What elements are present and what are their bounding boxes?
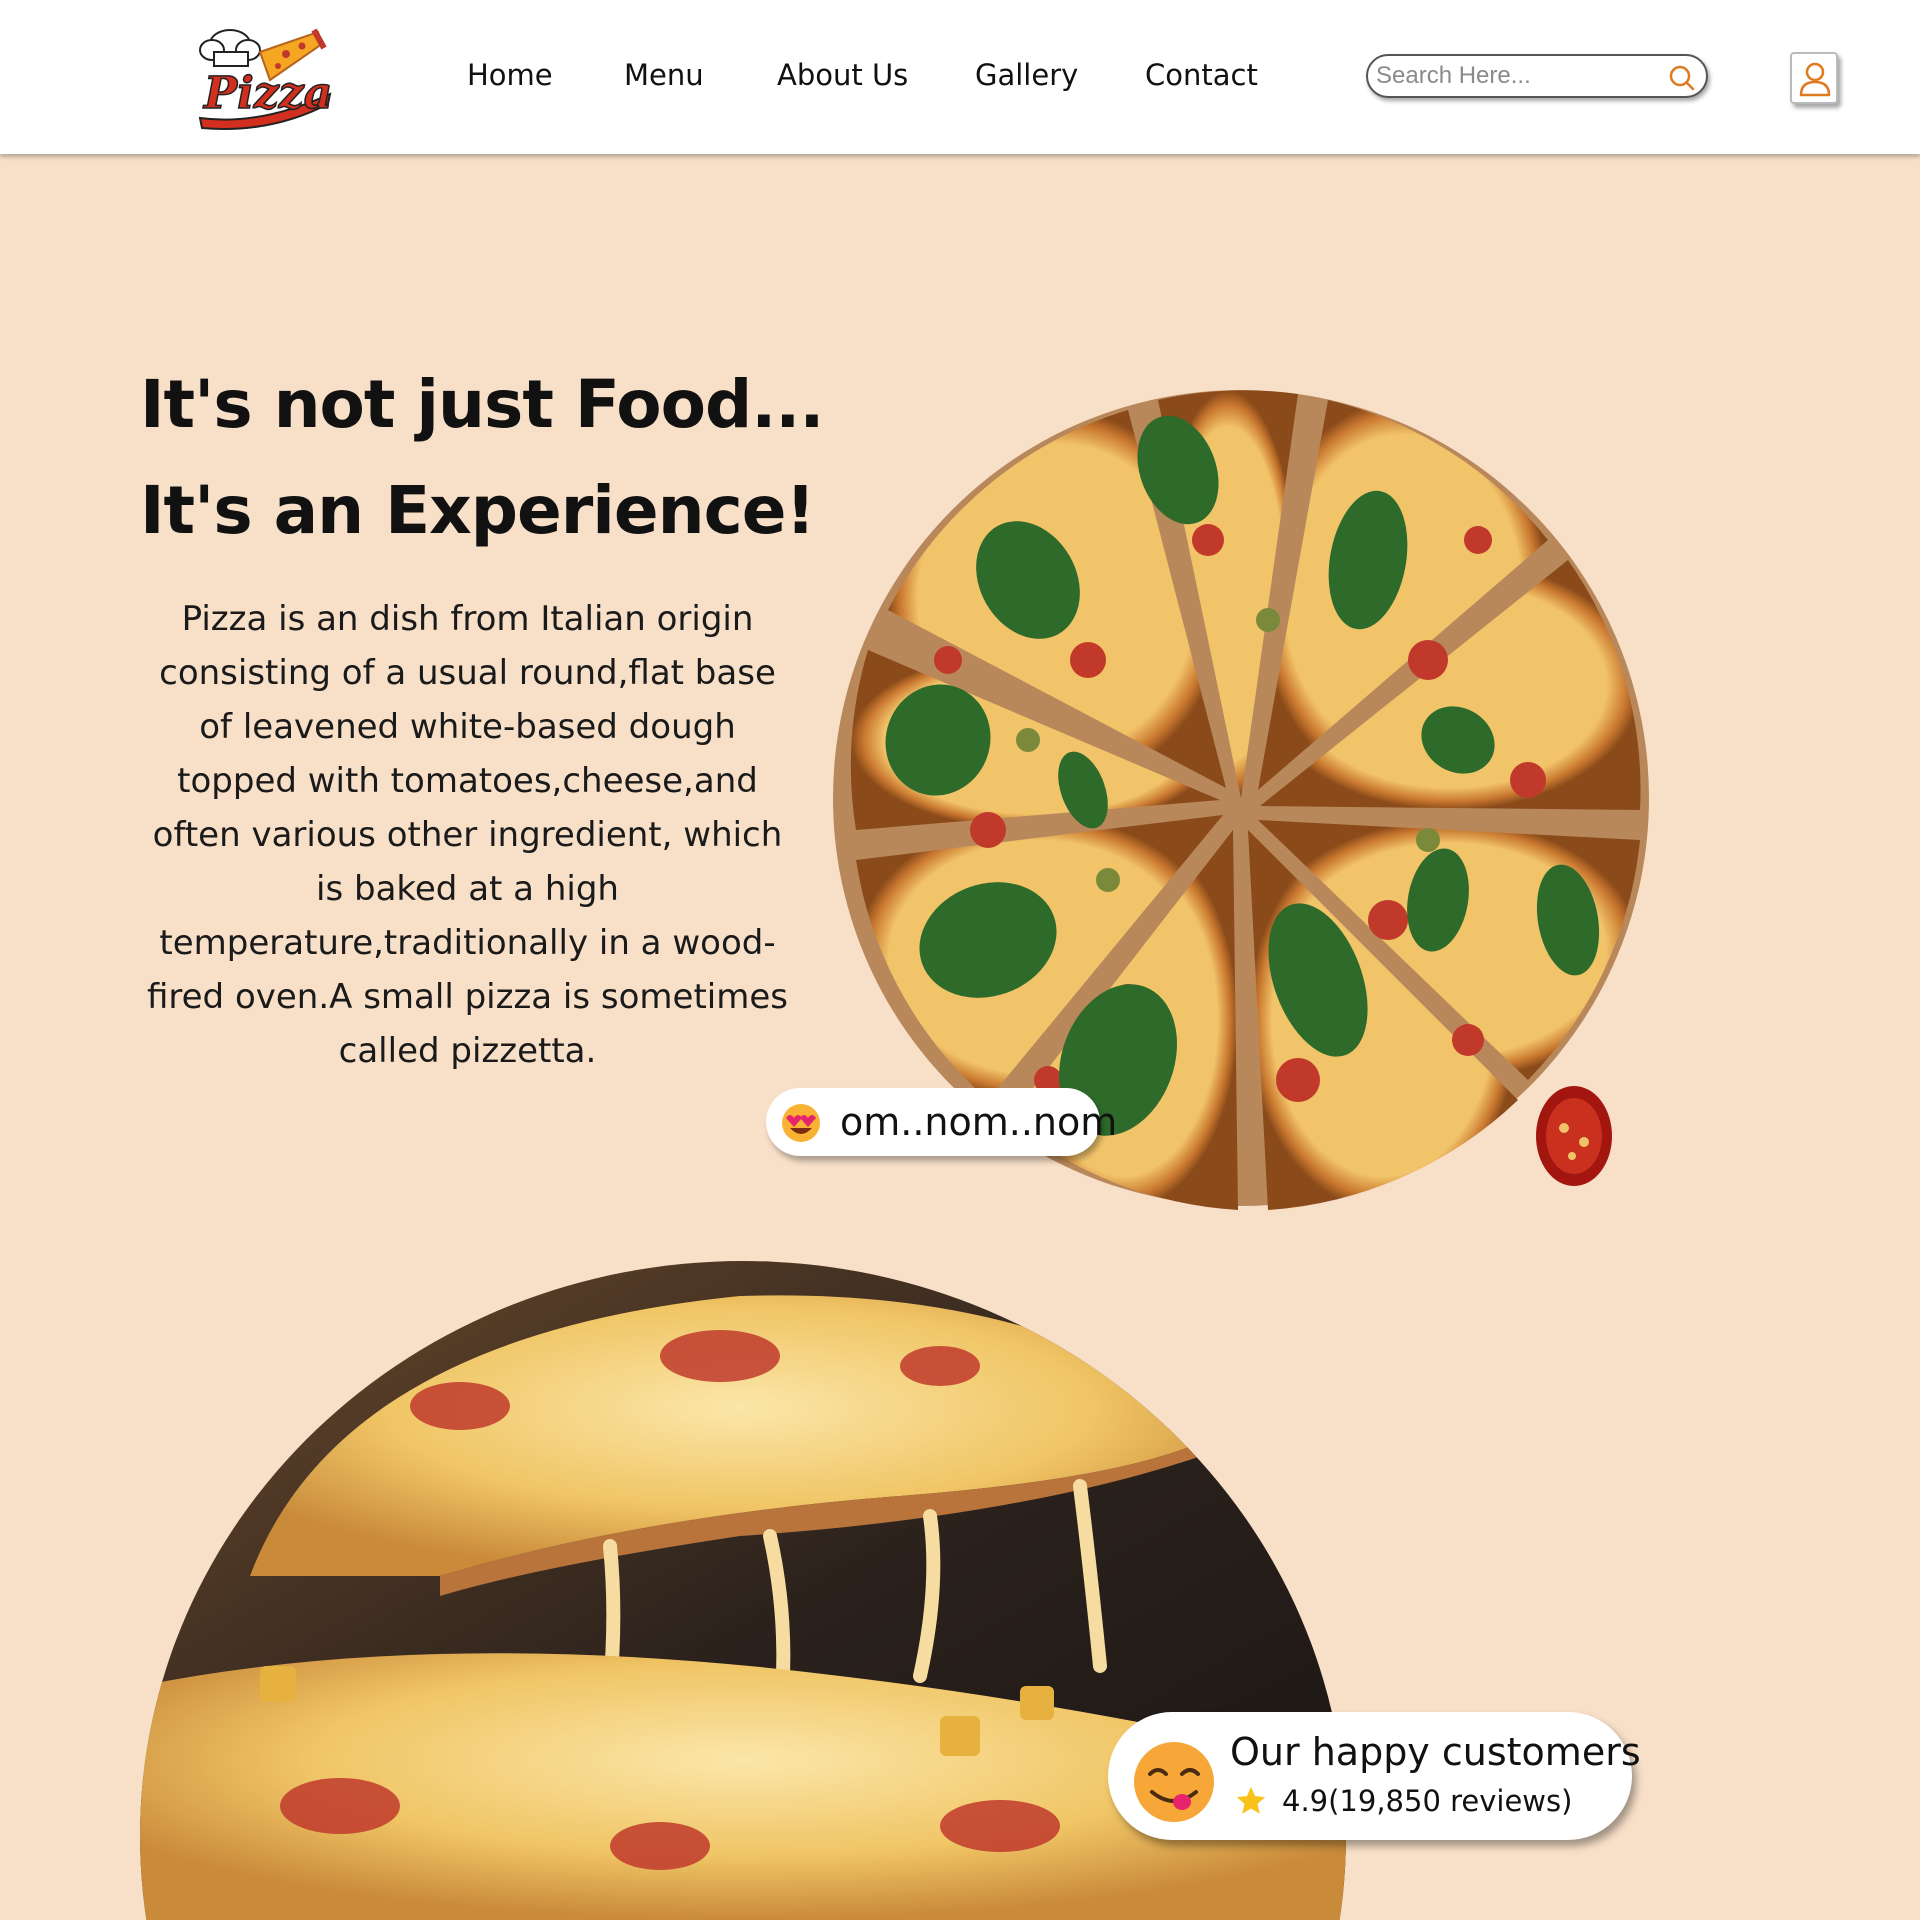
heart-eyes-emoji-icon bbox=[780, 1102, 822, 1144]
nav-menu[interactable]: Menu bbox=[624, 58, 704, 92]
search-input[interactable] bbox=[1376, 60, 1666, 92]
nav-home[interactable]: Home bbox=[467, 58, 553, 92]
user-icon bbox=[1799, 62, 1831, 97]
customers-title: Our happy customers bbox=[1230, 1730, 1641, 1774]
happy-customers-badge: Our happy customers 4.9(19,850 reviews) bbox=[1108, 1712, 1641, 1840]
customers-rating: 4.9(19,850 reviews) bbox=[1282, 1784, 1573, 1818]
site-header: Pizza Home Menu About Us Gallery Contact bbox=[0, 0, 1920, 154]
hero-title: It's not just Food... It's an Experience… bbox=[140, 352, 824, 564]
star-icon bbox=[1234, 1784, 1268, 1818]
search-box bbox=[1366, 54, 1708, 98]
nav-contact[interactable]: Contact bbox=[1145, 58, 1258, 92]
hero-title-line1: It's not just Food... bbox=[140, 366, 824, 443]
om-nom-text: om..nom..nom bbox=[840, 1100, 1118, 1144]
yum-face-emoji-icon bbox=[1132, 1740, 1216, 1824]
nav-gallery[interactable]: Gallery bbox=[975, 58, 1078, 92]
hero-title-line2: It's an Experience! bbox=[140, 472, 816, 549]
search-icon[interactable] bbox=[1668, 64, 1696, 92]
nav-about-us[interactable]: About Us bbox=[777, 58, 908, 92]
om-nom-badge: om..nom..nom bbox=[766, 1088, 1117, 1156]
cherry-tomato-image bbox=[1532, 1080, 1616, 1188]
user-account-button[interactable] bbox=[1790, 52, 1838, 104]
hero-description: Pizza is an dish from Italian origin con… bbox=[146, 599, 788, 1071]
